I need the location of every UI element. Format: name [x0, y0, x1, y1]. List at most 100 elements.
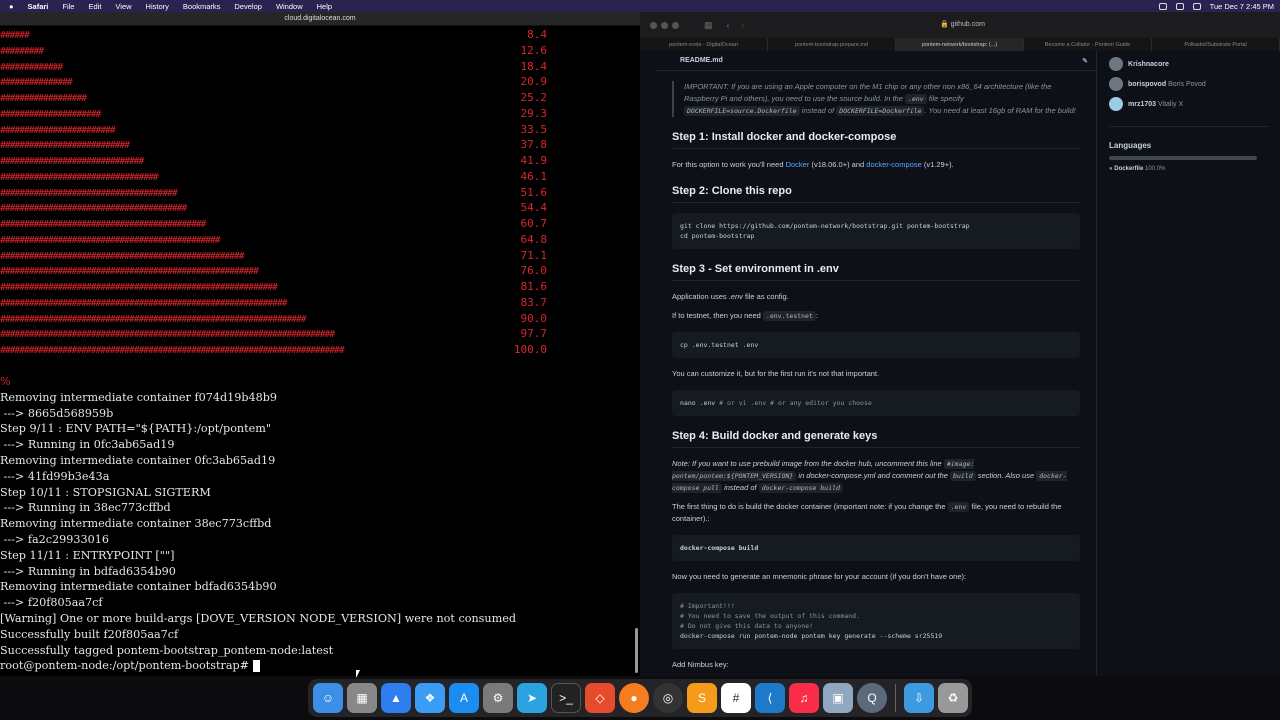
forward-icon[interactable]: › — [742, 20, 745, 30]
progress-bar: ###### — [0, 30, 30, 41]
docker-compose-link[interactable]: docker-compose — [866, 160, 921, 169]
progress-row: ########################################… — [0, 216, 640, 232]
menu-window[interactable]: Window — [276, 2, 303, 11]
language-entry[interactable]: ● Dockerfile 100.0% — [1109, 166, 1269, 172]
terminal-line: [Warning] One or more build-args [DOVE_V… — [0, 611, 516, 625]
code-comment: # or vi .env # or any editor you choose — [719, 399, 872, 407]
progress-percent: 29.3 — [520, 106, 548, 120]
edit-pencil-icon[interactable]: ✎ — [1082, 57, 1088, 65]
progress-bar: ##################### — [0, 108, 101, 120]
quicktime-icon[interactable]: Q — [857, 683, 887, 713]
affinity-icon[interactable]: ◇ — [585, 683, 615, 713]
terminal-line: ---> fa2c29933016 — [0, 532, 109, 546]
music-icon[interactable]: ♫ — [789, 683, 819, 713]
cp-code-block[interactable]: cp .env.testnet .env — [672, 332, 1080, 358]
note-text: IMPORTANT: If you are using an Apple com… — [684, 82, 1052, 103]
language-name: Dockerfile — [1114, 166, 1144, 172]
progress-bar: ################################# — [0, 171, 159, 183]
minimize-window-button[interactable] — [661, 21, 668, 29]
readme-title: README.md — [680, 57, 723, 64]
safari-icon[interactable]: ❖ — [415, 683, 445, 713]
step4-note: Note: If you want to use prebuild image … — [672, 458, 1080, 494]
menu-help[interactable]: Help — [317, 2, 332, 11]
menu-history[interactable]: History — [146, 2, 169, 11]
progress-bar: ########################################… — [0, 250, 245, 262]
text: If to testnet, then you need — [672, 311, 761, 320]
progress-bar: ########################################… — [0, 345, 345, 356]
progress-row: ################################# 46.1 — [0, 169, 640, 185]
clone-code-block[interactable]: git clone https://github.com/pontem-netw… — [672, 213, 1080, 249]
instruments-icon[interactable]: ▲ — [381, 683, 411, 713]
step1-paragraph: For this option to work you'll need Dock… — [672, 159, 1080, 171]
terminal-window[interactable]: ###### 8.4 ######### 12.6 ############# 18.4 #… — [0, 26, 640, 676]
sidebar-toggle-icon[interactable]: ▦ — [704, 20, 713, 31]
zoom-window-button[interactable] — [672, 21, 679, 29]
progress-row: ##################################### 51.… — [0, 185, 640, 201]
dock-separator — [895, 684, 896, 712]
tab-digitalocean[interactable]: pontem-node - DigitalOcean — [640, 38, 768, 51]
text: (v1.29+). — [923, 160, 954, 169]
inline-code: .env.testnet — [762, 311, 816, 321]
menu-bookmarks[interactable]: Bookmarks — [183, 2, 221, 11]
text: For this option to work you'll need — [672, 160, 784, 169]
terminal-line: Successfully built f20f805aa7cf — [0, 627, 179, 641]
address-bar[interactable]: 🔒 github.com — [940, 20, 985, 28]
tab-collator[interactable]: Become a Collator - Pontem Guide — [1024, 38, 1152, 51]
trash-icon[interactable]: ♻ — [938, 683, 968, 713]
system-preferences-icon[interactable]: ⚙ — [483, 683, 513, 713]
build-paragraph: The first thing to do is build the docke… — [672, 501, 1080, 525]
menu-view[interactable]: View — [115, 2, 131, 11]
progress-row: ################## 25.2 — [0, 90, 640, 106]
progress-bar: ########################################… — [0, 313, 307, 325]
clock[interactable]: Tue Dec 7 2:45 PM — [1210, 2, 1274, 11]
build-code-block[interactable]: docker-compose build — [672, 535, 1080, 561]
terminal-prompt-line[interactable]: root@pontem-node:/opt/pontem-bootstrap# — [0, 658, 630, 674]
progress-percent: 97.7 — [520, 327, 548, 341]
testnet-paragraph: If to testnet, then you need .env.testne… — [672, 311, 818, 321]
nano-code-block[interactable]: nano .env # or vi .env # or any editor y… — [672, 390, 1080, 416]
finder-icon[interactable]: ☺ — [313, 683, 343, 713]
back-icon[interactable]: ‹ — [727, 20, 730, 30]
wifi-icon[interactable] — [1175, 2, 1184, 10]
menu-file[interactable]: File — [62, 2, 74, 11]
terminal-icon[interactable]: >_ — [551, 683, 581, 713]
contributor[interactable]: borispovod Boris Povod — [1109, 74, 1280, 94]
url-text: github.com — [950, 21, 985, 28]
slack-icon[interactable]: # — [721, 683, 751, 713]
terminal-scrollbar[interactable] — [635, 628, 638, 673]
vscode-icon[interactable]: ⟨ — [755, 683, 785, 713]
contributor-handle: borispovod — [1128, 80, 1167, 88]
contributor[interactable]: mrz1703 Vitaliy X — [1109, 94, 1280, 114]
progress-row: ####################################### 5… — [0, 200, 640, 216]
battery-icon[interactable] — [1158, 2, 1167, 10]
launchpad-icon[interactable]: ▦ — [347, 683, 377, 713]
control-center-icon[interactable] — [1192, 2, 1201, 10]
progress-row: ##################### 29.3 — [0, 106, 640, 122]
downloads-icon[interactable]: ⇩ — [904, 683, 934, 713]
menu-safari[interactable]: Safari — [28, 2, 49, 11]
menu-edit[interactable]: Edit — [88, 2, 101, 11]
obs-icon[interactable]: ◎ — [653, 683, 683, 713]
progress-row: ########################################… — [0, 232, 640, 248]
app-store-icon[interactable]: A — [449, 683, 479, 713]
apple-icon[interactable]: ● — [9, 2, 14, 11]
menu-develop[interactable]: Develop — [234, 2, 262, 11]
browser-window: ▦ ‹ › 🔒 github.com pontem-node - Digital… — [640, 12, 1280, 676]
text: Application uses — [672, 292, 727, 301]
progress-row: ########################################… — [0, 248, 640, 264]
telegram-icon[interactable]: ➤ — [517, 683, 547, 713]
tab-polkadot[interactable]: Polkadot/Substrate Portal — [1152, 38, 1280, 51]
contributor[interactable]: Krishnacore — [1109, 54, 1280, 74]
docker-link[interactable]: Docker — [786, 160, 810, 169]
progress-percent: 54.4 — [520, 201, 548, 215]
tab-bootstrap[interactable]: pontem-network/bootstrap: (...) — [896, 38, 1024, 51]
firefox-icon[interactable]: ● — [619, 683, 649, 713]
terminal-line: Step 11/11 : ENTRYPOINT [""] — [0, 548, 175, 562]
keygen-code-block[interactable]: # Important!!! # You need to save the ou… — [672, 593, 1080, 649]
close-window-button[interactable] — [650, 21, 657, 29]
terminal-cursor — [252, 660, 260, 673]
text: .env — [728, 292, 743, 301]
sublime-icon[interactable]: S — [687, 683, 717, 713]
preview-icon[interactable]: ▣ — [823, 683, 853, 713]
tab-prepare-md[interactable]: pontem-bootstrap-prepare.md — [768, 38, 896, 51]
